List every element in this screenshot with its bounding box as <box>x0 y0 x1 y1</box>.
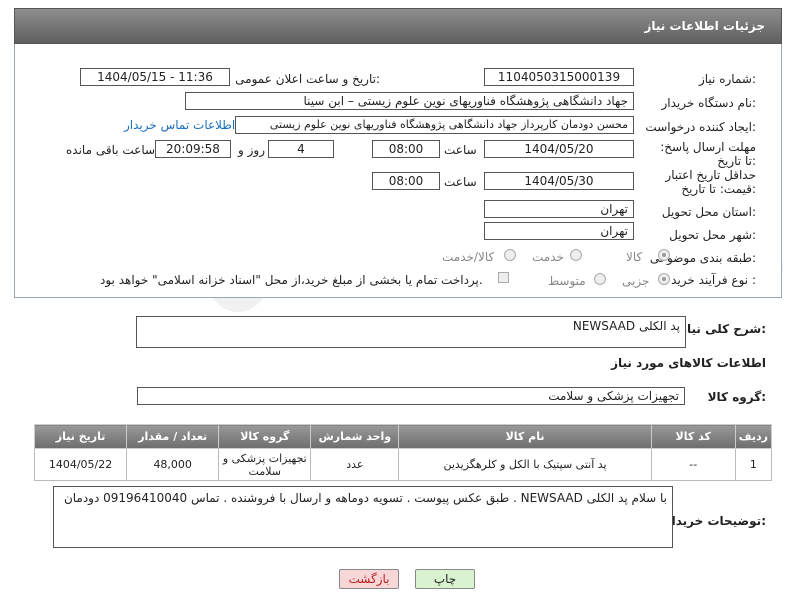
back-button[interactable]: بازگشت <box>339 569 399 589</box>
cell-name: پد آنتی سپتیک با الکل و کلرهگزیدین <box>398 448 652 481</box>
description-field: پد الکلی NEWSAAD <box>136 316 686 348</box>
price-date-field: 1404/05/30 <box>484 172 634 190</box>
price-time-label: ساعت <box>444 175 477 189</box>
print-button[interactable]: چاپ <box>415 569 475 589</box>
payment-note: پرداخت تمام یا بخشی از مبلغ خرید،از محل … <box>100 273 483 287</box>
remaining-label: ساعت باقی مانده <box>66 143 156 157</box>
goods-group-field: تجهیزات پزشکی و سلامت <box>137 387 685 405</box>
col-date: تاریخ نیاز <box>33 424 128 449</box>
province-label: استان محل تحویل: <box>661 205 756 219</box>
creator-field: محسن دودمان کارپرداز جهاد دانشگاهی پژوهش… <box>235 116 634 134</box>
buyer-notes-field: با سلام پد الکلی NEWSAAD . طبق عکس پیوست… <box>53 486 673 548</box>
cell-group: تجهیزات پزشکی و سلامت <box>218 448 312 481</box>
cell-unit: عدد <box>310 448 400 481</box>
category-goods-radio[interactable] <box>658 249 670 261</box>
goods-group-label: گروه کالا: <box>707 390 766 404</box>
city-field: تهران <box>484 222 634 240</box>
col-row: ردیف <box>734 424 773 449</box>
need-number-label: شماره نیاز: <box>698 72 756 86</box>
process-minor-radio[interactable] <box>658 273 670 285</box>
buyer-notes-label: توضیحات خریدار: <box>664 514 766 528</box>
days-label: روز و <box>238 143 265 157</box>
category-service-label: خدمت <box>532 250 564 264</box>
goods-table: ردیف کد کالا نام کالا واحد شمارش گروه کا… <box>33 424 773 481</box>
contact-info-link[interactable]: اطلاعات تماس خریدار <box>124 118 235 132</box>
table-header-row: ردیف کد کالا نام کالا واحد شمارش گروه کا… <box>33 424 773 449</box>
col-unit: واحد شمارش <box>310 424 400 449</box>
description-label: شرح کلی نیاز: <box>680 322 766 336</box>
cell-quantity: 48,000 <box>126 448 220 481</box>
creator-label: ایجاد کننده درخواست: <box>645 120 756 134</box>
goods-info-title: اطلاعات کالاهای مورد نیاز <box>611 356 766 370</box>
category-service-radio[interactable] <box>570 249 582 261</box>
process-medium-radio[interactable] <box>594 273 606 285</box>
category-both-label: کالا/خدمت <box>442 250 495 264</box>
col-name: نام کالا <box>398 424 652 449</box>
col-code: کد کالا <box>650 424 736 449</box>
buyer-org-label: نام دستگاه خریدار: <box>661 96 757 110</box>
process-label: نوع فرآیند خرید : <box>671 273 756 287</box>
col-quantity: تعداد / مقدار <box>126 424 220 449</box>
price-time-field: 08:00 <box>372 172 440 190</box>
cell-row: 1 <box>734 448 773 481</box>
table-row[interactable]: 1 -- پد آنتی سپتیک با الکل و کلرهگزیدین … <box>33 448 773 481</box>
reply-deadline-label: مهلت ارسال پاسخ: تا تاریخ: <box>660 140 756 168</box>
reply-date-field: 1404/05/20 <box>484 140 634 158</box>
price-deadline-label: حداقل تاریخ اعتبار قیمت: تا تاریخ: <box>665 168 756 196</box>
announce-datetime-field: 1404/05/15 - 11:36 <box>80 68 230 86</box>
announce-label: تاریخ و ساعت اعلان عمومی: <box>235 72 380 86</box>
col-group: گروه کالا <box>218 424 312 449</box>
days-field: 4 <box>268 140 334 158</box>
remaining-time-field: 20:09:58 <box>155 140 231 158</box>
process-minor-label: جزیی <box>622 274 650 288</box>
city-label: شهر محل تحویل: <box>669 228 756 242</box>
process-medium-label: متوسط <box>548 274 586 288</box>
category-both-radio[interactable] <box>504 249 516 261</box>
panel-header: جزئیات اطلاعات نیاز <box>14 8 782 44</box>
need-number-field: 1104050315000139 <box>484 68 634 86</box>
reply-time-label: ساعت <box>444 143 477 157</box>
cell-date: 1404/05/22 <box>33 448 128 481</box>
province-field: تهران <box>484 200 634 218</box>
reply-time-field: 08:00 <box>372 140 440 158</box>
category-goods-label: کالا <box>626 250 643 264</box>
buyer-org-field: جهاد دانشگاهی پژوهشگاه فناوریهای نوین عل… <box>185 92 634 110</box>
treasury-checkbox[interactable] <box>498 272 509 283</box>
panel-title: جزئیات اطلاعات نیاز <box>644 19 765 33</box>
cell-code: -- <box>650 448 736 481</box>
